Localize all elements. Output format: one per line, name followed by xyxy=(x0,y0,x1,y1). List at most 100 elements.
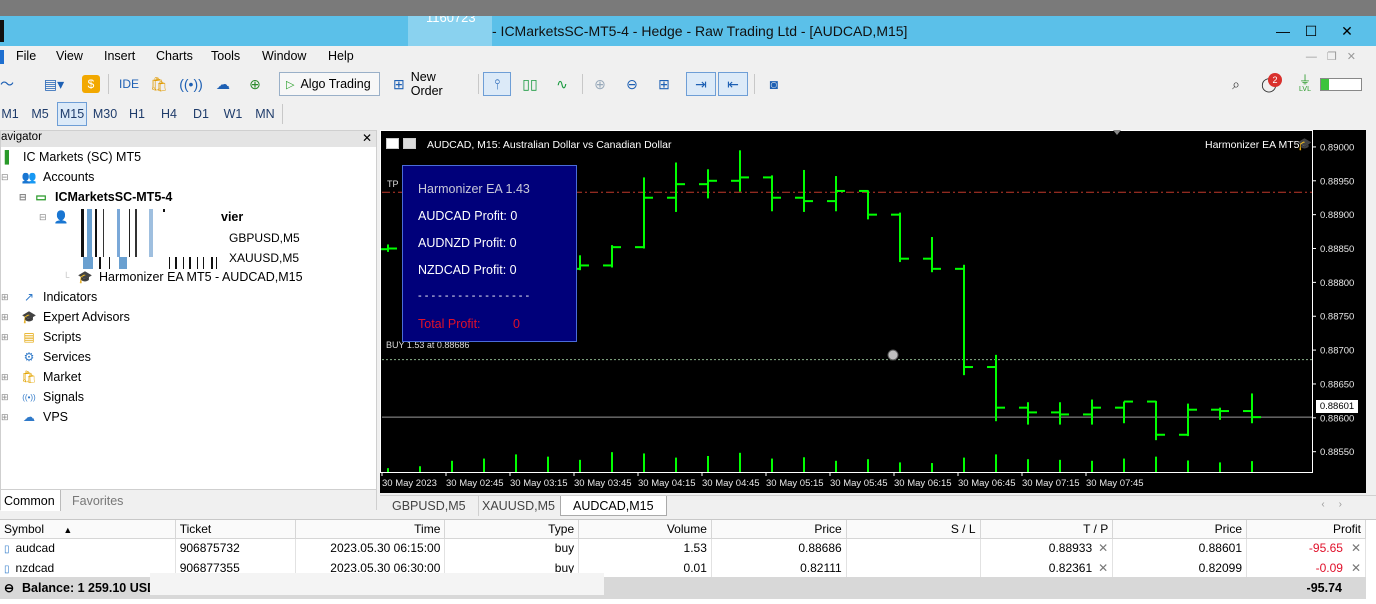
notifications-icon[interactable]: ◯ 2 xyxy=(1256,72,1282,96)
menu-tools[interactable]: Tools xyxy=(211,49,240,63)
col-symbol[interactable]: Symbol ▲ xyxy=(0,520,176,539)
expand-icon[interactable]: ⊞ xyxy=(1,392,9,403)
menu-window[interactable]: Window xyxy=(262,49,306,63)
nav-item-vps[interactable]: ⊞ ☁ VPS xyxy=(1,407,68,427)
timeframe-m30[interactable]: M30 xyxy=(90,102,120,126)
nav-item-scripts[interactable]: ⊞ ▤ Scripts xyxy=(1,327,81,347)
nav-item-ea-harmonizer[interactable]: └ 🎓 Harmonizer EA MT5 - AUDCAD,M15 xyxy=(63,267,303,287)
y-tick-label: 0.88550 xyxy=(1320,447,1354,458)
menu-view[interactable]: View xyxy=(56,49,83,63)
signals-icon[interactable]: ((•)) xyxy=(179,72,203,96)
nav-item-expert-advisors[interactable]: ⊞ 🎓 Expert Advisors xyxy=(1,307,130,327)
chart-window[interactable]: 0.89000 0.88950 0.88900 0.88850 0.88800 0.887… xyxy=(380,130,1366,493)
screen-top-strip xyxy=(0,0,1376,16)
timeframe-m15[interactable]: M15 xyxy=(57,102,87,126)
collapse-icon[interactable]: ⊟ xyxy=(39,212,47,223)
timeframe-mn[interactable]: MN xyxy=(251,102,279,126)
nav-item-server[interactable]: ⊟ ▭ ICMarketsSC-MT5-4 xyxy=(19,187,172,207)
timeframe-h4[interactable]: H4 xyxy=(155,102,183,126)
col-price[interactable]: Price xyxy=(711,520,847,539)
close-position-icon[interactable]: ✕ xyxy=(1351,541,1361,555)
bar-chart-icon[interactable]: ⫯ xyxy=(483,72,511,96)
nav-item-account-user[interactable]: ⊟ 👤 xyxy=(39,207,69,227)
chart-tabs-scroll-arrows[interactable]: ‹› xyxy=(1321,499,1356,510)
tab-common[interactable]: Common xyxy=(1,490,61,511)
col-volume[interactable]: Volume xyxy=(578,520,712,539)
col-tp[interactable]: T / P xyxy=(980,520,1114,539)
nav-chart-xauusd[interactable]: XAUUSD,M5 xyxy=(229,251,299,265)
mdi-window-controls[interactable]: —❐✕ xyxy=(1306,50,1366,63)
candlestick-icon[interactable]: ▯▯ xyxy=(517,72,543,96)
search-icon[interactable]: ⌕ xyxy=(1224,72,1248,96)
collapse-icon[interactable]: ⊟ xyxy=(1,172,9,183)
zoom-in-icon[interactable]: ⊕ xyxy=(588,72,612,96)
timeframe-m1[interactable]: M1 xyxy=(0,102,20,126)
add-globe-icon[interactable]: ⊕ xyxy=(244,72,266,96)
menu-charts[interactable]: Charts xyxy=(156,49,193,63)
nav-item-accounts[interactable]: ⊟ 👥 Accounts xyxy=(1,167,94,187)
nav-item-terminal[interactable]: ▌ IC Markets (SC) MT5 xyxy=(1,147,141,167)
nav-item-signals[interactable]: ⊞ ((•)) Signals xyxy=(1,387,84,407)
chart-shift-icon[interactable]: ⇤ xyxy=(718,72,748,96)
position-sl[interactable] xyxy=(846,558,981,578)
position-tp-cell[interactable]: 0.82361 ✕ xyxy=(980,558,1114,578)
col-profit[interactable]: Profit xyxy=(1246,520,1366,539)
col-time[interactable]: Time xyxy=(295,520,446,539)
play-icon: ▷ xyxy=(286,78,295,91)
collapse-icon[interactable]: ⊟ xyxy=(19,192,27,203)
position-row-audcad[interactable]: ▯ audcad 906875732 2023.05.30 06:15:00 bu… xyxy=(0,538,1366,558)
chart-tab-xauusd[interactable]: XAUUSD,M5 xyxy=(470,496,568,516)
new-order-button[interactable]: ⊞ New Order xyxy=(386,70,474,98)
nav-item-market[interactable]: ⊞ 🛍 Market xyxy=(1,367,81,387)
expand-icon[interactable]: ⊞ xyxy=(1,412,9,423)
line-chart-icon[interactable]: 〜 xyxy=(0,72,14,96)
minimize-button[interactable]: — xyxy=(1270,20,1296,42)
nav-item-services[interactable]: ⚙ Services xyxy=(1,347,91,367)
col-sl[interactable]: S / L xyxy=(846,520,981,539)
expand-icon[interactable]: ⊞ xyxy=(1,292,9,303)
expand-icon[interactable]: ⊞ xyxy=(1,332,9,343)
col-type[interactable]: Type xyxy=(444,520,580,539)
tile-windows-icon[interactable]: ⊞ xyxy=(652,72,676,96)
position-sl[interactable] xyxy=(846,538,981,558)
chart-tab-gbpusd[interactable]: GBPUSD,M5 xyxy=(380,496,479,516)
app-menu-icon[interactable] xyxy=(0,50,4,64)
algo-trading-button[interactable]: ▷ Algo Trading xyxy=(279,72,380,96)
auto-scroll-icon[interactable]: ⇥ xyxy=(686,72,716,96)
navigator-close-button[interactable]: ✕ xyxy=(362,131,372,145)
zoom-out-icon[interactable]: ⊖ xyxy=(620,72,644,96)
position-tp-cell[interactable]: 0.88933 ✕ xyxy=(980,538,1114,558)
chart-type-dropdown-icon[interactable]: ▤▾ xyxy=(36,72,72,96)
nav-item-indicators[interactable]: ⊞ ↗ Indicators xyxy=(1,287,97,307)
col-ticket[interactable]: Ticket xyxy=(175,520,296,539)
vps-cloud-icon[interactable]: ☁ xyxy=(212,72,234,96)
menu-insert[interactable]: Insert xyxy=(104,49,135,63)
chart-trade-icon[interactable] xyxy=(403,138,416,149)
timeframe-h1[interactable]: H1 xyxy=(123,102,151,126)
expand-icon[interactable]: ⊞ xyxy=(1,312,9,323)
timeframe-d1[interactable]: D1 xyxy=(187,102,215,126)
close-button[interactable]: ✕ xyxy=(1334,20,1360,42)
line-chart-mode-icon[interactable]: ∿ xyxy=(549,72,575,96)
col-current-price[interactable]: Price xyxy=(1112,520,1247,539)
close-position-icon[interactable]: ✕ xyxy=(1351,561,1361,575)
tab-favorites[interactable]: Favorites xyxy=(69,490,126,511)
timeframe-w1[interactable]: W1 xyxy=(219,102,247,126)
account-name-fragment: vier xyxy=(221,210,244,224)
menu-file[interactable]: File xyxy=(16,49,36,63)
market-bag-icon[interactable]: 🛍 xyxy=(148,72,170,96)
screenshot-icon[interactable]: ◙ xyxy=(762,72,786,96)
timeframe-m5[interactable]: M5 xyxy=(26,102,54,126)
menu-help[interactable]: Help xyxy=(328,49,354,63)
ea-info-divider: - - - - - - - - - - - - - - - - - xyxy=(418,290,530,302)
ide-button[interactable]: IDE xyxy=(116,72,142,96)
dollar-icon[interactable]: $ xyxy=(80,72,102,96)
remove-tp-icon[interactable]: ✕ xyxy=(1098,561,1108,575)
title-tab[interactable]: 1160723 xyxy=(408,16,492,46)
chart-menu-icon[interactable] xyxy=(386,138,399,149)
nav-chart-gbpusd[interactable]: GBPUSD,M5 xyxy=(229,231,300,245)
maximize-button[interactable]: ☐ xyxy=(1298,20,1324,42)
chart-tab-audcad[interactable]: AUDCAD,M15 xyxy=(560,496,667,516)
expand-icon[interactable]: ⊞ xyxy=(1,372,9,383)
remove-tp-icon[interactable]: ✕ xyxy=(1098,541,1108,555)
